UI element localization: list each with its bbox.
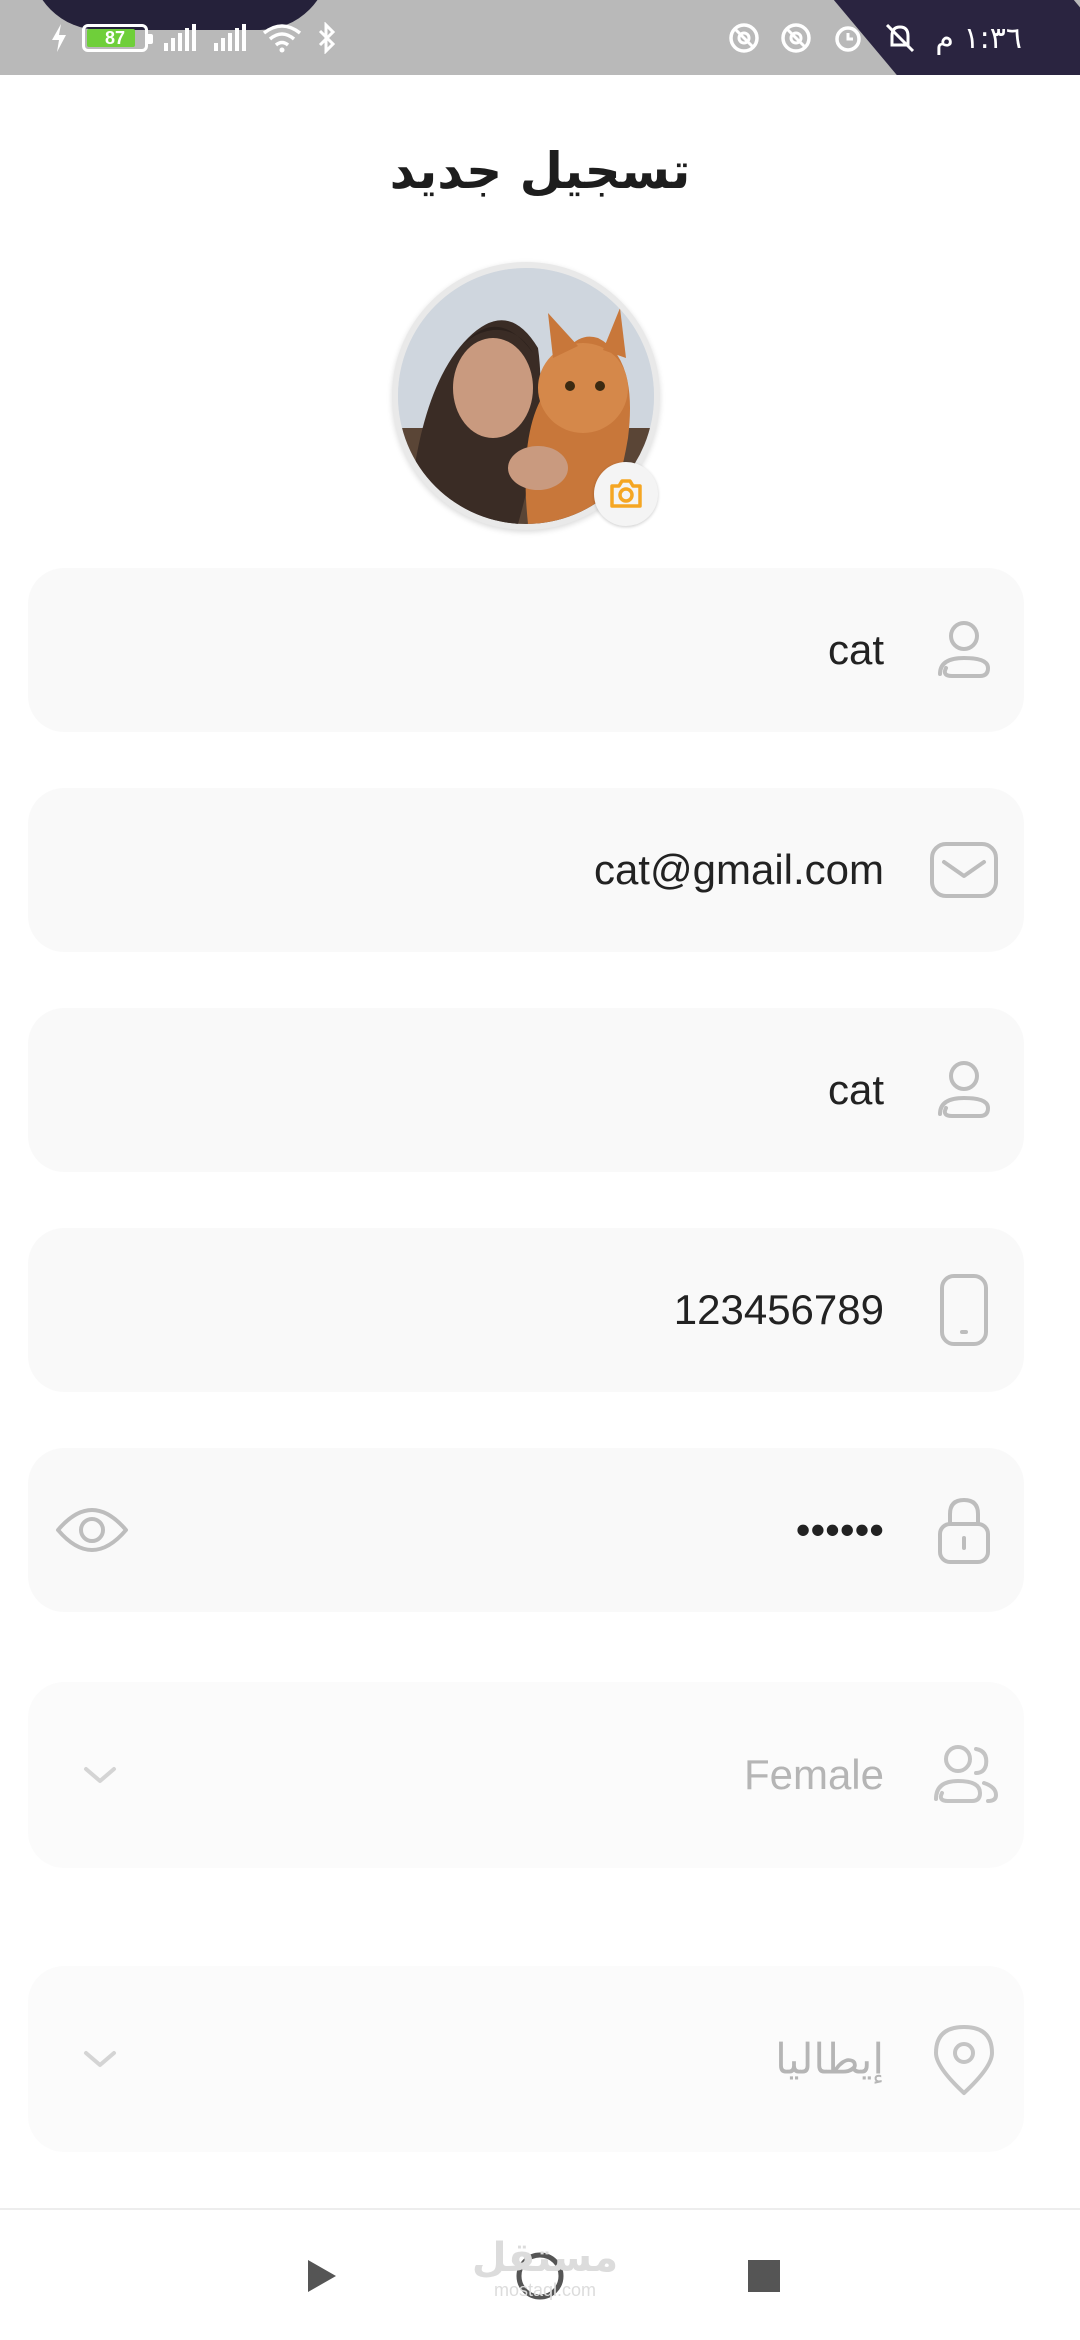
back-button[interactable] xyxy=(290,2246,350,2306)
alarm-icon xyxy=(835,26,862,52)
wifi-icon xyxy=(262,24,302,53)
signal-icon xyxy=(214,24,246,51)
phone-icon xyxy=(940,1274,988,1346)
phone-value: 123456789 xyxy=(673,1286,884,1333)
navigation-bar: مستقل mostaql.com xyxy=(0,2208,1080,2340)
mute-icon xyxy=(886,23,915,53)
username-field[interactable]: cat xyxy=(28,568,1024,732)
gender-selected: Female xyxy=(743,1751,884,1798)
chevron-down-icon xyxy=(84,1767,116,1783)
mail-icon xyxy=(930,842,998,898)
eye-icon[interactable] xyxy=(52,1490,132,1570)
country-selected: إيطاليا xyxy=(775,2035,884,2083)
signal-icon xyxy=(164,24,196,51)
recents-icon xyxy=(748,2260,780,2292)
gender-dropdown[interactable]: Female xyxy=(28,1682,1024,1868)
battery-level: 87 xyxy=(104,27,126,48)
status-bar: 87 ١:٣٦ م xyxy=(0,0,1080,75)
sync-icon xyxy=(729,23,760,53)
users-icon xyxy=(934,1745,999,1803)
lock-icon xyxy=(938,1497,990,1564)
recents-button[interactable] xyxy=(734,2246,794,2306)
user-icon xyxy=(938,621,991,678)
charging-icon xyxy=(52,24,66,52)
status-time: ١:٣٦ م xyxy=(935,20,1022,56)
watermark-arabic: مستقل xyxy=(471,2235,619,2281)
bluetooth-icon xyxy=(318,22,336,54)
change-photo-button[interactable] xyxy=(594,462,658,526)
user-icon xyxy=(938,1061,991,1118)
display-name-value: cat xyxy=(827,1066,884,1113)
status-bar-left: 87 xyxy=(50,18,338,58)
password-value: •••••• xyxy=(795,1506,884,1553)
watermark: مستقل mostaql.com xyxy=(470,2236,620,2300)
status-bar-right: ١:٣٦ م xyxy=(727,18,1022,58)
chevron-down-icon xyxy=(84,2051,116,2067)
email-value: cat@gmail.com xyxy=(593,846,884,893)
password-field[interactable]: •••••• xyxy=(28,1448,1024,1612)
phone-field[interactable]: 123456789 xyxy=(28,1228,1024,1392)
username-value: cat xyxy=(827,626,884,673)
back-icon xyxy=(308,2260,336,2292)
page-title: تسجيل جديد xyxy=(389,142,691,200)
battery-icon: 87 xyxy=(82,24,153,52)
location-icon xyxy=(934,2025,994,2095)
country-dropdown[interactable]: إيطاليا xyxy=(28,1966,1024,2152)
display-name-field[interactable]: cat xyxy=(28,1008,1024,1172)
watermark-english: mostaql.com xyxy=(493,2280,597,2300)
sync-icon xyxy=(781,23,812,53)
camera-icon xyxy=(610,479,642,508)
email-field[interactable]: cat@gmail.com xyxy=(28,788,1024,952)
